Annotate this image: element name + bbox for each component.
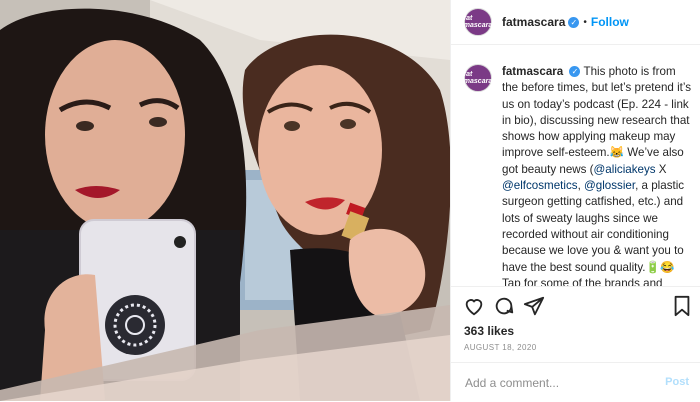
comment-input[interactable] — [463, 371, 657, 395]
caption-segment: 😹 — [609, 146, 625, 160]
separator: • — [583, 16, 587, 28]
verified-icon: ✓ — [569, 66, 581, 78]
post-date[interactable]: AUGUST 18, 2020 — [464, 343, 537, 352]
action-bar — [451, 295, 700, 323]
caption-segment: Tap for some of the brands and people we… — [502, 276, 663, 286]
share-icon[interactable] — [523, 295, 545, 322]
bookmark-icon[interactable] — [671, 295, 693, 322]
caption-body: This photo is from the before times, but… — [502, 65, 691, 286]
caption-segment: 🔋😂 — [645, 260, 675, 274]
post-photo[interactable] — [0, 0, 450, 401]
selfie-illustration — [0, 0, 450, 401]
mention-link[interactable]: @aliciakeys — [594, 163, 656, 176]
post-comment-button[interactable]: Post — [665, 376, 689, 388]
likes-count[interactable]: 363 likes — [464, 324, 514, 338]
heart-icon[interactable] — [463, 295, 485, 322]
caption-avatar[interactable]: fat mascara — [464, 64, 492, 92]
avatar[interactable]: fat mascara — [464, 8, 492, 36]
post-side-panel: fat mascara fatmascara ✓ • Follow fat ma… — [450, 0, 700, 401]
mention-link[interactable]: @glossier — [584, 179, 635, 192]
post-header: fat mascara fatmascara ✓ • Follow — [451, 0, 700, 45]
comment-bar: Post — [451, 362, 700, 402]
caption-segment: , a plastic surgeon getting catfished, e… — [502, 179, 685, 274]
username-link[interactable]: fatmascara — [502, 15, 565, 29]
comment-icon[interactable] — [493, 295, 515, 322]
divider — [451, 286, 700, 287]
follow-button[interactable]: Follow — [591, 15, 629, 29]
caption-segment: X — [655, 162, 667, 176]
caption-text: fatmascara ✓ This photo is from the befo… — [502, 64, 692, 286]
verified-icon: ✓ — [568, 16, 580, 28]
mention-link[interactable]: @elfcosmetics — [502, 179, 578, 192]
caption-block: fat mascara fatmascara ✓ This photo is f… — [464, 64, 692, 286]
caption-username[interactable]: fatmascara — [502, 65, 563, 78]
